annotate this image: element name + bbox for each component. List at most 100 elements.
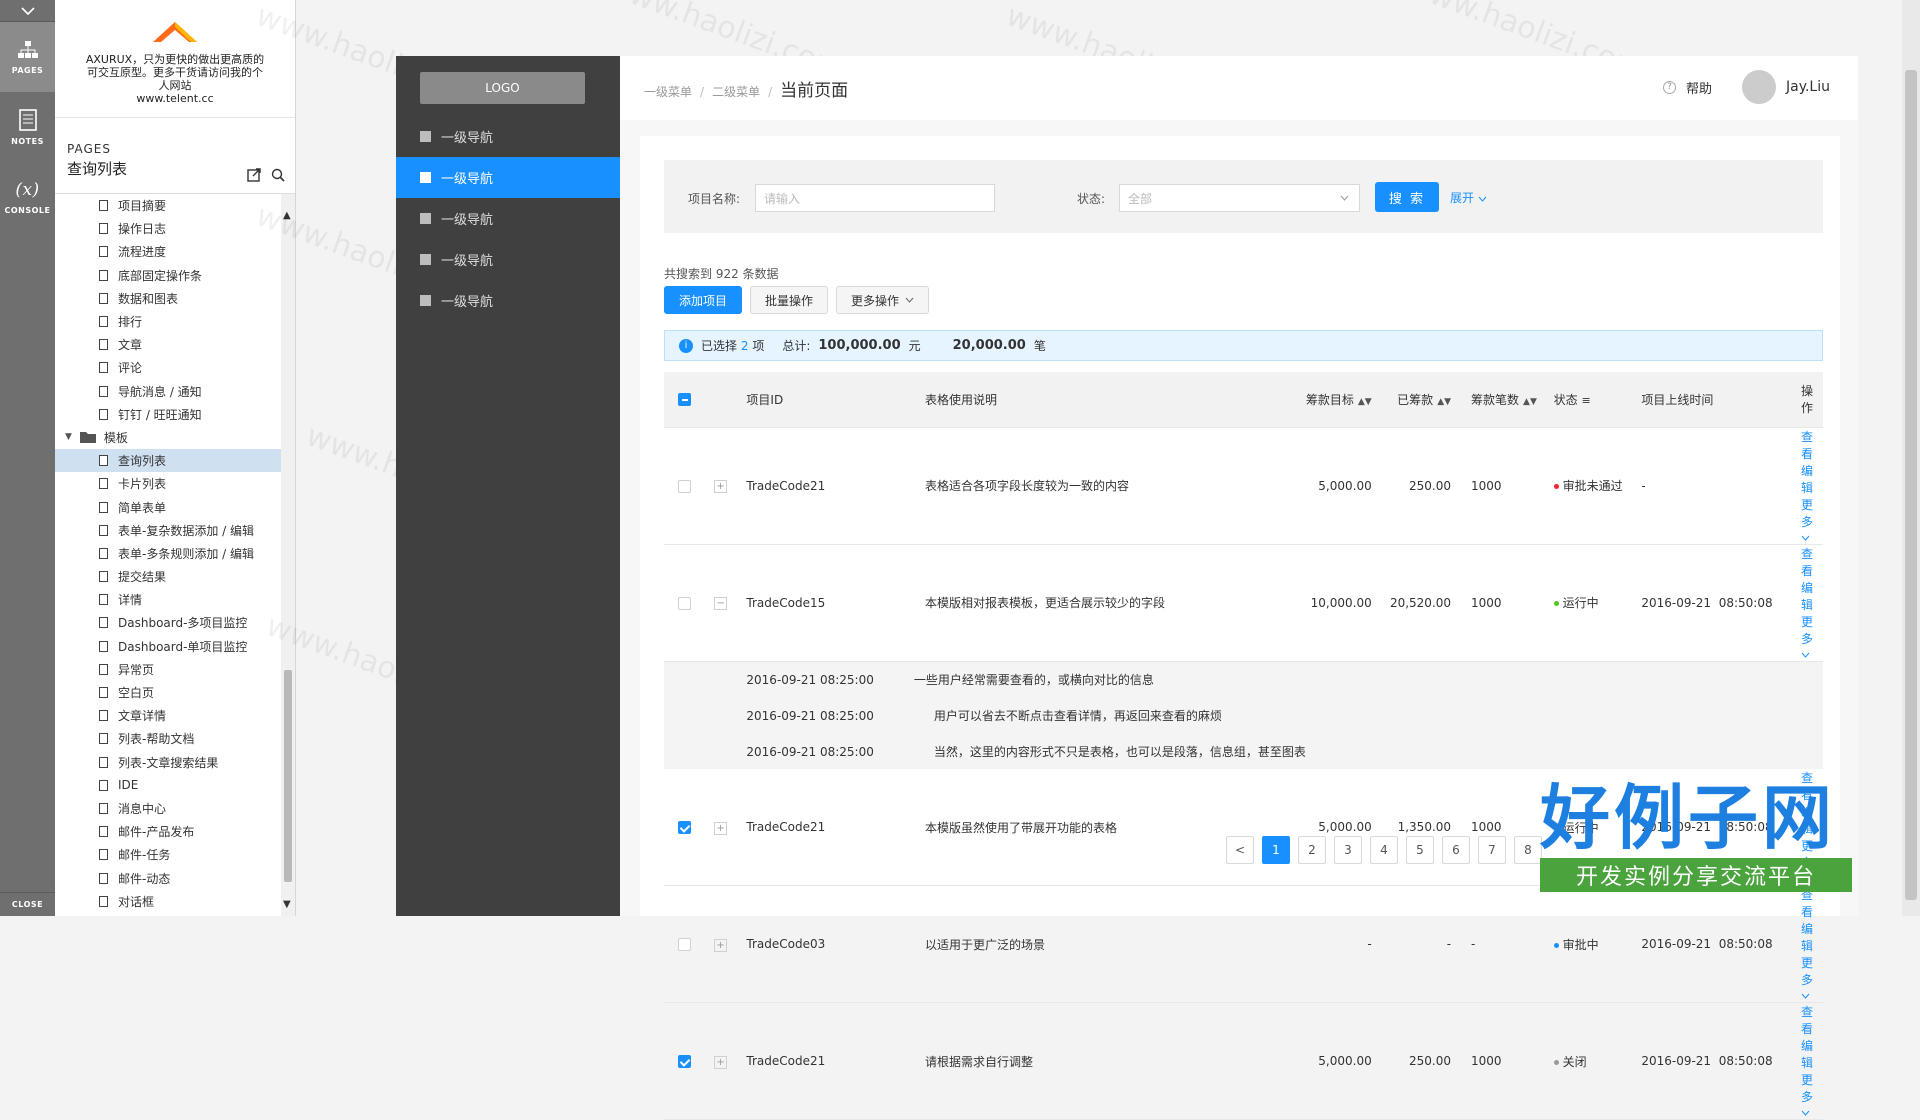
- page-tree-scroll-thumb[interactable]: [284, 670, 292, 882]
- tree-page-item[interactable]: 数据和图表: [55, 287, 281, 310]
- tree-page-item[interactable]: 邮件-产品发布: [55, 820, 281, 843]
- page-button[interactable]: 7: [1478, 836, 1506, 864]
- tree-page-item[interactable]: 表单-多条规则添加 / 编辑: [55, 542, 281, 565]
- header-status[interactable]: 状态 ≡: [1553, 372, 1642, 428]
- more-link[interactable]: 更多: [1801, 498, 1813, 529]
- scroll-down-arrow[interactable]: ▼: [283, 899, 291, 910]
- user-name[interactable]: Jay.Liu: [1786, 79, 1830, 95]
- tree-page-item[interactable]: 对话框: [55, 890, 281, 913]
- page-button[interactable]: 4: [1370, 836, 1398, 864]
- tree-page-item[interactable]: 表单-复杂数据添加 / 编辑: [55, 519, 281, 542]
- page-button[interactable]: 5: [1406, 836, 1434, 864]
- row-checkbox[interactable]: [678, 821, 691, 834]
- page-scrollbar[interactable]: [1902, 0, 1920, 916]
- expand-row-icon[interactable]: +: [714, 821, 728, 835]
- edit-link[interactable]: 编辑: [1801, 1039, 1813, 1070]
- tree-page-item[interactable]: 简单表单: [55, 495, 281, 518]
- tree-page-item[interactable]: 文章详情: [55, 704, 281, 727]
- chevron-down-icon[interactable]: [1801, 1110, 1810, 1116]
- collapse-toggle[interactable]: [0, 0, 55, 22]
- collapse-row-icon[interactable]: −: [714, 597, 728, 610]
- pages-tool[interactable]: PAGES: [0, 22, 55, 92]
- tree-page-item[interactable]: 列表-文章搜索结果: [55, 751, 281, 774]
- chevron-down-icon[interactable]: [1801, 876, 1810, 882]
- edit-link[interactable]: 编辑: [1801, 922, 1813, 953]
- chevron-down-icon[interactable]: [1801, 993, 1810, 999]
- view-link[interactable]: 查看: [1801, 888, 1813, 919]
- view-link[interactable]: 查看: [1801, 771, 1813, 802]
- name-input[interactable]: 请输入: [755, 184, 995, 212]
- tree-page-item[interactable]: 列表-帮助文档: [55, 727, 281, 750]
- prev-page-button[interactable]: <: [1226, 836, 1254, 864]
- tree-page-item[interactable]: 操作日志: [55, 217, 281, 240]
- edit-link[interactable]: 编辑: [1801, 805, 1813, 836]
- sidenav-item[interactable]: 一级导航: [396, 239, 620, 280]
- more-link[interactable]: 更多: [1801, 956, 1813, 987]
- caret-down-icon[interactable]: ▼: [65, 432, 72, 442]
- tree-page-item[interactable]: 评论: [55, 356, 281, 379]
- tree-page-item[interactable]: 邮件-动态: [55, 866, 281, 889]
- sidenav-item[interactable]: 一级导航: [396, 116, 620, 157]
- more-link[interactable]: 更多: [1801, 615, 1813, 646]
- header-target[interactable]: 筹款目标 ▲▼: [1305, 372, 1382, 428]
- breadcrumb-level-2[interactable]: 二级菜单: [712, 85, 760, 99]
- expand-row-icon[interactable]: +: [714, 1055, 728, 1069]
- tree-page-item[interactable]: Dashboard-单项目监控: [55, 635, 281, 658]
- tree-page-item[interactable]: Dashboard-多项目监控: [55, 611, 281, 634]
- scroll-up-arrow[interactable]: ▲: [283, 210, 291, 221]
- brand-site-link[interactable]: www.telent.cc: [55, 92, 295, 105]
- close-rail-button[interactable]: CLOSE: [0, 892, 55, 916]
- edit-link[interactable]: 编辑: [1801, 581, 1813, 612]
- page-scroll-thumb[interactable]: [1905, 70, 1917, 900]
- batch-ops-button[interactable]: 批量操作: [750, 286, 829, 314]
- row-checkbox[interactable]: [678, 938, 691, 951]
- search-button[interactable]: 搜 索: [1375, 182, 1439, 212]
- tree-page-item[interactable]: 卡片列表: [55, 472, 281, 495]
- tree-page-item[interactable]: 邮件-任务: [55, 843, 281, 866]
- expand-filter-link[interactable]: 展开: [1450, 189, 1487, 206]
- more-link[interactable]: 更多: [1801, 1073, 1813, 1104]
- expand-row-icon[interactable]: +: [714, 480, 728, 493]
- sidenav-item[interactable]: 一级导航: [396, 157, 620, 198]
- row-checkbox[interactable]: [678, 479, 691, 493]
- tree-page-item[interactable]: 钉钉 / 旺旺通知: [55, 403, 281, 426]
- page-button[interactable]: 2: [1298, 836, 1326, 864]
- add-project-button[interactable]: 添加项目: [664, 286, 743, 314]
- help-icon[interactable]: ?: [1662, 80, 1676, 94]
- tree-page-item[interactable]: 查询列表: [55, 449, 281, 473]
- page-button[interactable]: 1: [1262, 836, 1290, 864]
- page-button[interactable]: 3: [1334, 836, 1362, 864]
- tree-page-item[interactable]: 提交结果: [55, 565, 281, 588]
- tree-page-item[interactable]: 流程进度: [55, 240, 281, 263]
- page-button[interactable]: 8: [1514, 836, 1542, 864]
- sidenav-item[interactable]: 一级导航: [396, 280, 620, 321]
- breadcrumb-level-1[interactable]: 一级菜单: [644, 85, 692, 99]
- export-icon[interactable]: [247, 168, 261, 182]
- expand-row-icon[interactable]: +: [714, 938, 728, 952]
- tree-page-item[interactable]: 详情: [55, 588, 281, 611]
- row-checkbox[interactable]: [678, 1055, 691, 1068]
- app-logo[interactable]: LOGO: [420, 72, 585, 104]
- avatar[interactable]: [1741, 70, 1776, 104]
- tree-page-item[interactable]: 排行: [55, 310, 281, 333]
- select-all-checkbox[interactable]: [678, 393, 691, 407]
- view-link[interactable]: 查看: [1801, 430, 1813, 461]
- tree-page-item[interactable]: 空白页: [55, 681, 281, 704]
- more-ops-button[interactable]: 更多操作: [836, 286, 930, 314]
- sidenav-item[interactable]: 一级导航: [396, 198, 620, 239]
- edit-link[interactable]: 编辑: [1801, 464, 1813, 495]
- search-pages-icon[interactable]: [271, 168, 285, 182]
- tree-page-item[interactable]: 异常页: [55, 658, 281, 681]
- tree-page-item[interactable]: 项目摘要: [55, 194, 281, 217]
- chevron-down-icon[interactable]: [1801, 652, 1810, 658]
- help-link[interactable]: 帮助: [1686, 78, 1712, 97]
- row-checkbox[interactable]: [678, 596, 691, 610]
- tree-page-item[interactable]: IDE: [55, 774, 281, 797]
- header-raised[interactable]: 已筹款 ▲▼: [1381, 372, 1462, 428]
- view-link[interactable]: 查看: [1801, 1005, 1813, 1036]
- tree-page-item[interactable]: 底部固定操作条: [55, 264, 281, 287]
- tree-folder[interactable]: ▼ 模板: [55, 426, 281, 449]
- page-button[interactable]: 6: [1442, 836, 1470, 864]
- notes-tool[interactable]: NOTES: [0, 92, 55, 162]
- status-select[interactable]: 全部: [1119, 184, 1360, 212]
